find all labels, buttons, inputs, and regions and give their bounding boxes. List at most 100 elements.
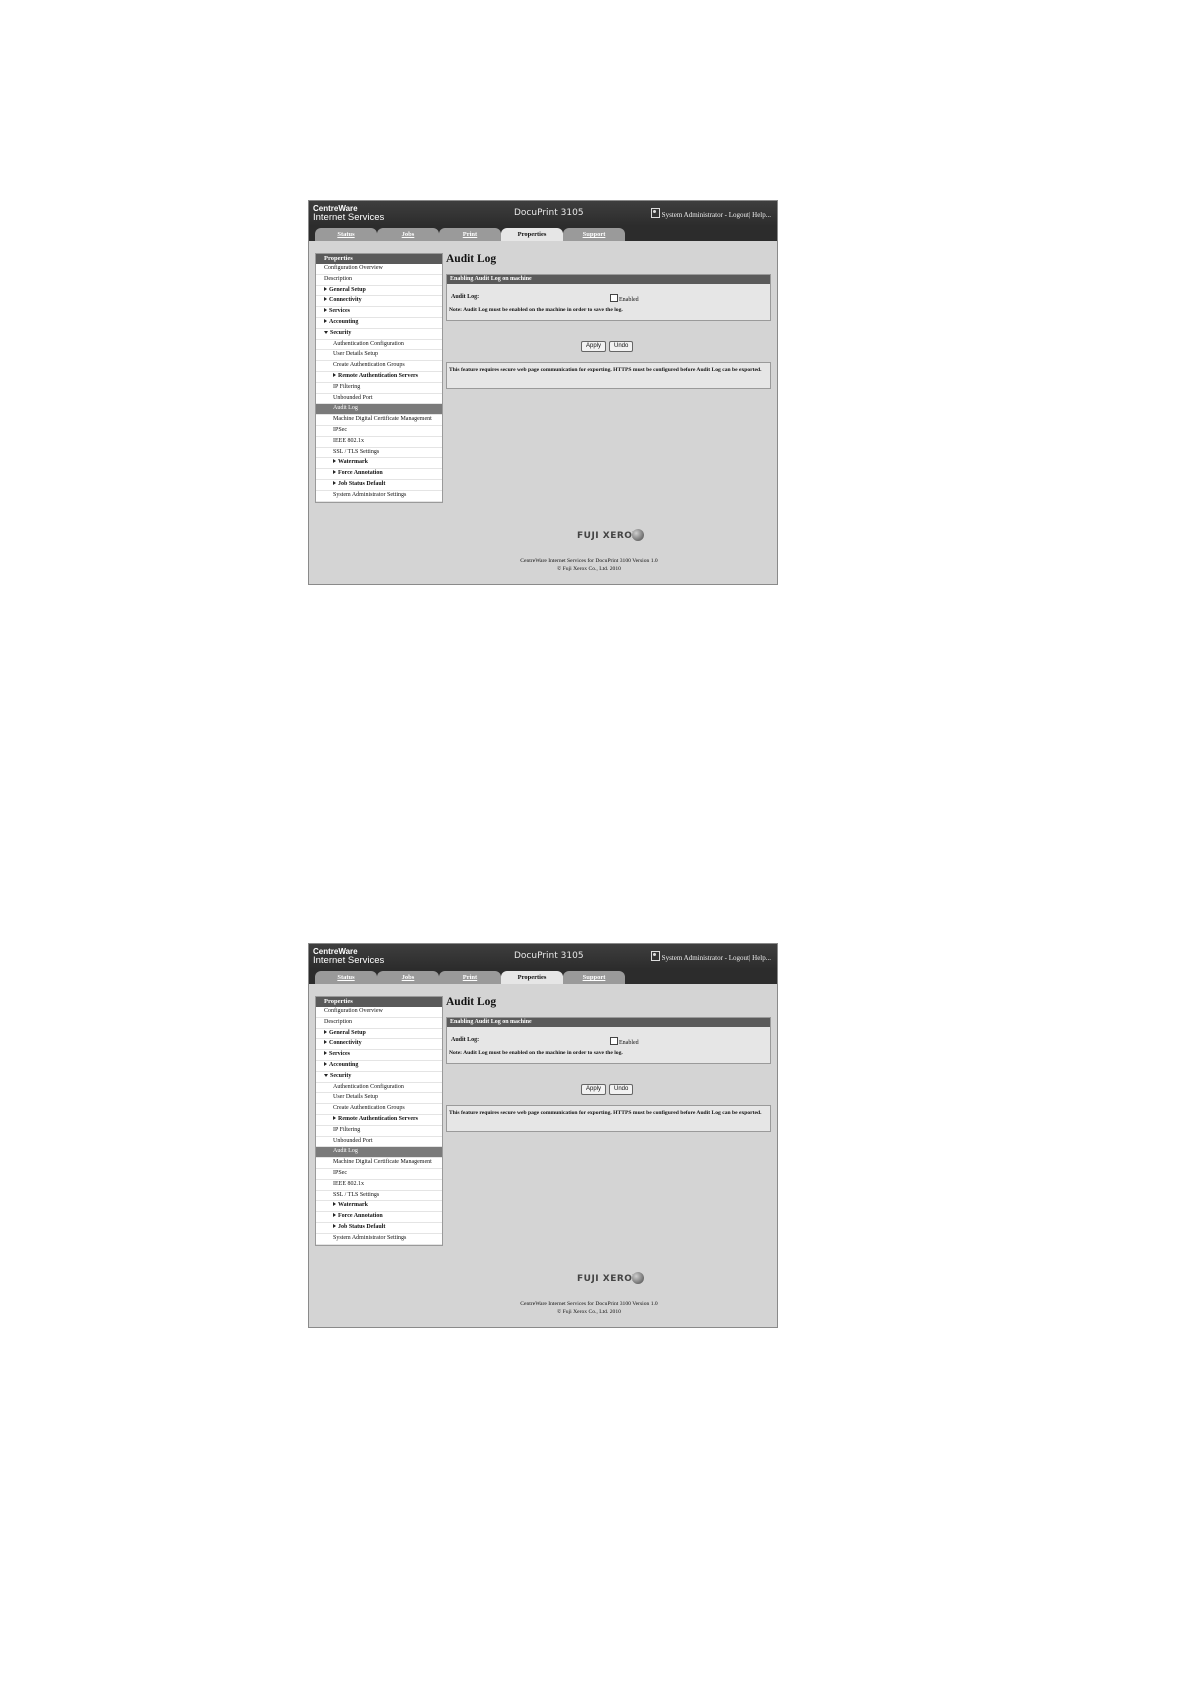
sidebar-item[interactable]: SSL / TLS Settings xyxy=(316,448,442,459)
sidebar-item[interactable]: Remote Authentication Servers xyxy=(316,1115,442,1126)
app-header: CentreWare Internet Services DocuPrint 3… xyxy=(309,201,777,226)
app-logo: CentreWare Internet Services xyxy=(313,947,384,965)
enabled-checkbox[interactable] xyxy=(610,1037,618,1045)
undo-button[interactable]: Undo xyxy=(609,341,634,352)
logout-link[interactable]: - Logout xyxy=(723,211,749,219)
collapsed-triangle-icon[interactable] xyxy=(333,372,336,377)
enabled-checkbox[interactable] xyxy=(610,294,618,302)
collapsed-triangle-icon[interactable] xyxy=(333,1115,336,1120)
sidebar-item[interactable]: Services xyxy=(316,1050,442,1061)
sidebar-item[interactable]: Configuration Overview xyxy=(316,264,442,275)
sidebar-item[interactable]: User Details Setup xyxy=(316,350,442,362)
sidebar-item[interactable]: Remote Authentication Servers xyxy=(316,372,442,383)
help-link[interactable]: | Help... xyxy=(749,211,771,219)
sidebar-item[interactable]: IEEE 802.1x xyxy=(316,437,442,448)
collapsed-triangle-icon[interactable] xyxy=(324,1051,327,1056)
sidebar-item[interactable]: Services xyxy=(316,307,442,318)
sidebar-item[interactable]: Unbounded Port xyxy=(316,394,442,405)
enabled-option[interactable]: Enabled xyxy=(610,1037,639,1046)
collapsed-triangle-icon[interactable] xyxy=(333,459,336,464)
sidebar-item[interactable]: Force Annotation xyxy=(316,1212,442,1223)
sidebar-item[interactable]: Audit Log xyxy=(316,404,442,416)
collapsed-triangle-icon[interactable] xyxy=(333,1202,336,1207)
sidebar-item[interactable]: Create Authentication Groups xyxy=(316,361,442,372)
sidebar-item[interactable]: Description xyxy=(316,1018,442,1029)
collapsed-triangle-icon[interactable] xyxy=(333,1213,336,1218)
sidebar-heading[interactable]: Properties xyxy=(316,254,442,264)
collapsed-triangle-icon[interactable] xyxy=(324,308,327,313)
collapsed-triangle-icon[interactable] xyxy=(333,470,336,475)
collapsed-triangle-icon[interactable] xyxy=(324,297,327,302)
collapsed-triangle-icon[interactable] xyxy=(324,1061,327,1066)
collapsed-triangle-icon[interactable] xyxy=(324,1029,327,1034)
sidebar-item-label: Machine Digital Certificate Management xyxy=(333,416,432,423)
help-link[interactable]: | Help... xyxy=(749,954,771,962)
tab-support[interactable]: Support xyxy=(563,971,625,984)
tab-jobs[interactable]: Jobs xyxy=(377,971,439,984)
sidebar-item[interactable]: General Setup xyxy=(316,286,442,297)
tab-properties[interactable]: Properties xyxy=(501,228,563,241)
collapsed-triangle-icon[interactable] xyxy=(333,480,336,485)
app-logo: CentreWare Internet Services xyxy=(313,204,384,222)
sidebar-item[interactable]: Security xyxy=(316,1072,442,1083)
sidebar-item[interactable]: IEEE 802.1x xyxy=(316,1180,442,1191)
sidebar-item[interactable]: Audit Log xyxy=(316,1147,442,1159)
sidebar-item[interactable]: IPSec xyxy=(316,1169,442,1180)
sidebar-item[interactable]: System Administrator Settings xyxy=(316,1234,442,1245)
sidebar-item[interactable]: Job Status Default xyxy=(316,480,442,491)
sidebar-item[interactable]: Job Status Default xyxy=(316,1223,442,1234)
sidebar-item-label: Force Annotation xyxy=(338,470,383,477)
sidebar-item[interactable]: System Administrator Settings xyxy=(316,491,442,502)
sidebar-item-label: Force Annotation xyxy=(338,1213,383,1220)
sidebar-item[interactable]: Machine Digital Certificate Management xyxy=(316,415,442,426)
sidebar-item-label: IPSec xyxy=(333,1169,347,1176)
audit-log-panel: Enabling Audit Log on machine Audit Log:… xyxy=(446,274,771,321)
panel-heading: Enabling Audit Log on machine xyxy=(447,275,770,284)
collapsed-triangle-icon[interactable] xyxy=(324,318,327,323)
sidebar-item[interactable]: Description xyxy=(316,275,442,286)
enabled-option[interactable]: Enabled xyxy=(610,294,639,303)
sidebar-item[interactable]: Watermark xyxy=(316,1201,442,1213)
sidebar-item[interactable]: Machine Digital Certificate Management xyxy=(316,1158,442,1169)
sidebar-item[interactable]: General Setup xyxy=(316,1029,442,1040)
tab-status[interactable]: Status xyxy=(315,228,377,241)
page-title: Audit Log xyxy=(446,996,497,1008)
tab-support[interactable]: Support xyxy=(563,228,625,241)
sidebar-item[interactable]: IPSec xyxy=(316,426,442,437)
sidebar-item[interactable]: Accounting xyxy=(316,1061,442,1072)
sidebar-item[interactable]: Authentication Configuration xyxy=(316,1083,442,1094)
sidebar-item[interactable]: Create Authentication Groups xyxy=(316,1104,442,1115)
sidebar-item[interactable]: SSL / TLS Settings xyxy=(316,1191,442,1202)
tab-print[interactable]: Print xyxy=(439,971,501,984)
sidebar-item[interactable]: Connectivity xyxy=(316,1039,442,1051)
sidebar-item[interactable]: User Details Setup xyxy=(316,1093,442,1105)
tab-properties[interactable]: Properties xyxy=(501,971,563,984)
collapsed-triangle-icon[interactable] xyxy=(324,286,327,291)
sidebar-item[interactable]: Connectivity xyxy=(316,296,442,308)
sidebar-item[interactable]: Authentication Configuration xyxy=(316,340,442,351)
printer-model: DocuPrint 3105 xyxy=(514,208,584,218)
sidebar-item[interactable]: Accounting xyxy=(316,318,442,329)
apply-button[interactable]: Apply xyxy=(581,341,607,352)
tab-status[interactable]: Status xyxy=(315,971,377,984)
sidebar-item[interactable]: Force Annotation xyxy=(316,469,442,480)
collapsed-triangle-icon[interactable] xyxy=(333,1223,336,1228)
sidebar-item-label: Authentication Configuration xyxy=(333,1083,404,1090)
sidebar-item[interactable]: IP Filtering xyxy=(316,383,442,394)
sidebar-item[interactable]: Watermark xyxy=(316,458,442,470)
expanded-triangle-icon[interactable] xyxy=(324,330,328,334)
https-info-box: This feature requires secure web page co… xyxy=(446,362,771,389)
tab-jobs[interactable]: Jobs xyxy=(377,228,439,241)
sidebar-item[interactable]: Unbounded Port xyxy=(316,1137,442,1148)
tab-print[interactable]: Print xyxy=(439,228,501,241)
logout-link[interactable]: - Logout xyxy=(723,954,749,962)
sidebar-item[interactable]: IP Filtering xyxy=(316,1126,442,1137)
sidebar-item[interactable]: Security xyxy=(316,329,442,340)
sidebar-heading[interactable]: Properties xyxy=(316,997,442,1007)
sidebar-item-label: User Details Setup xyxy=(333,351,378,358)
expanded-triangle-icon[interactable] xyxy=(324,1073,328,1077)
collapsed-triangle-icon[interactable] xyxy=(324,1040,327,1045)
apply-button[interactable]: Apply xyxy=(581,1084,607,1095)
undo-button[interactable]: Undo xyxy=(609,1084,634,1095)
sidebar-item[interactable]: Configuration Overview xyxy=(316,1007,442,1018)
